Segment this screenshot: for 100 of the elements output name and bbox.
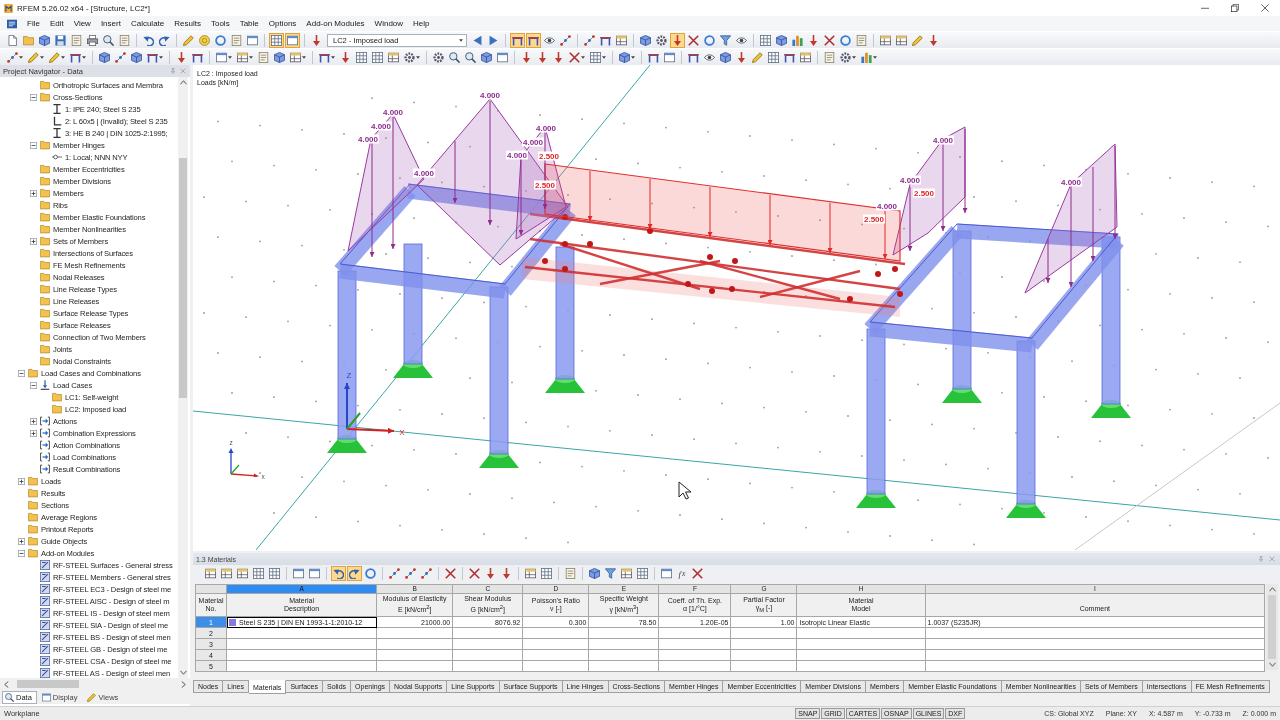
toolbar-button[interactable] bbox=[718, 49, 733, 65]
toolbar-button[interactable] bbox=[447, 49, 462, 65]
toolbar-button[interactable] bbox=[766, 49, 781, 65]
toolbar-button[interactable] bbox=[718, 32, 733, 48]
menu-item[interactable]: Window bbox=[369, 17, 409, 30]
chevron-down-icon[interactable] bbox=[179, 669, 187, 676]
toolbar-button[interactable] bbox=[838, 49, 858, 65]
toolbar-button[interactable] bbox=[203, 566, 218, 581]
toolbar-button[interactable] bbox=[269, 32, 284, 48]
toolbar-button[interactable] bbox=[347, 566, 362, 581]
collapse-toggle-icon[interactable] bbox=[17, 369, 25, 377]
toolbar-button[interactable] bbox=[617, 49, 637, 65]
toolbar-button[interactable] bbox=[291, 566, 306, 581]
toolbar-button[interactable] bbox=[526, 32, 541, 48]
menu-item[interactable]: Tools bbox=[205, 17, 235, 30]
toolbar-button[interactable] bbox=[587, 566, 602, 581]
toolbar-button[interactable] bbox=[838, 32, 853, 48]
toolbar-button[interactable] bbox=[285, 32, 300, 48]
toolbar-button[interactable] bbox=[822, 32, 837, 48]
toolbar-button[interactable] bbox=[758, 32, 773, 48]
toolbar-button[interactable] bbox=[467, 566, 482, 581]
toolbar-button[interactable] bbox=[567, 49, 587, 65]
toolbar-button[interactable] bbox=[101, 32, 116, 48]
collapse-toggle-icon[interactable] bbox=[29, 141, 37, 149]
toolbar-button[interactable] bbox=[510, 32, 525, 48]
toolbar-button[interactable] bbox=[272, 49, 287, 65]
toolbar-button[interactable] bbox=[588, 49, 608, 65]
menu-item[interactable]: Table bbox=[234, 17, 264, 30]
chevron-right-icon[interactable] bbox=[180, 680, 187, 688]
menu-item[interactable]: Add-on Modules bbox=[301, 17, 370, 30]
menu-item[interactable]: Calculate bbox=[125, 17, 170, 30]
toolbar-button[interactable] bbox=[635, 566, 650, 581]
toolbar-button[interactable] bbox=[654, 32, 669, 48]
expand-toggle-icon[interactable] bbox=[17, 537, 25, 545]
toolbar-button[interactable] bbox=[97, 49, 112, 65]
toolbar-button[interactable] bbox=[774, 32, 789, 48]
toolbar-button[interactable] bbox=[331, 566, 346, 581]
toolbar-button[interactable] bbox=[603, 566, 618, 581]
toolbar-button[interactable] bbox=[5, 32, 20, 48]
scrollbar[interactable] bbox=[0, 678, 190, 690]
chevron-down-icon[interactable] bbox=[1268, 661, 1276, 668]
toolbar-button[interactable] bbox=[619, 566, 634, 581]
toolbar-button[interactable] bbox=[219, 566, 234, 581]
toolbar-button[interactable] bbox=[582, 32, 597, 48]
toolbar-button[interactable] bbox=[690, 566, 705, 581]
scrollbar[interactable] bbox=[178, 77, 188, 678]
toolbar-button[interactable] bbox=[670, 32, 685, 48]
toolbar-button[interactable] bbox=[5, 49, 25, 65]
toolbar-button[interactable] bbox=[213, 32, 228, 48]
toolbar-button[interactable] bbox=[431, 49, 446, 65]
toolbar-button[interactable] bbox=[354, 49, 369, 65]
chevron-up-icon[interactable] bbox=[179, 79, 187, 86]
expand-toggle-icon[interactable] bbox=[29, 417, 37, 425]
menu-item[interactable]: File bbox=[22, 17, 45, 30]
collapse-toggle-icon[interactable] bbox=[17, 549, 25, 557]
menu-item[interactable]: View bbox=[68, 17, 96, 30]
toolbar-button[interactable] bbox=[686, 32, 701, 48]
toolbar-button[interactable] bbox=[47, 49, 67, 65]
expand-toggle-icon[interactable] bbox=[17, 477, 25, 485]
scrollbar[interactable] bbox=[1266, 584, 1278, 670]
toolbar-button[interactable] bbox=[26, 49, 46, 65]
collapse-toggle-icon[interactable] bbox=[29, 93, 37, 101]
toolbar-button[interactable] bbox=[523, 566, 538, 581]
toolbar-button[interactable] bbox=[53, 32, 68, 48]
toolbar-button[interactable] bbox=[85, 32, 100, 48]
menu-item[interactable]: Edit bbox=[44, 17, 69, 30]
toolbar-button[interactable] bbox=[370, 49, 385, 65]
menu-item[interactable]: Options bbox=[263, 17, 302, 30]
expand-toggle-icon[interactable] bbox=[29, 237, 37, 245]
toolbar-button[interactable] bbox=[419, 566, 434, 581]
toolbar-button[interactable] bbox=[129, 49, 144, 65]
toolbar-button[interactable] bbox=[539, 566, 554, 581]
toolbar-button[interactable] bbox=[659, 566, 674, 581]
toolbar-button[interactable] bbox=[307, 566, 322, 581]
menu-item[interactable]: Insert bbox=[95, 17, 126, 30]
toolbar-button[interactable] bbox=[363, 566, 378, 581]
toolbar-button[interactable] bbox=[235, 566, 250, 581]
expand-toggle-icon[interactable] bbox=[29, 189, 37, 197]
toolbar-button[interactable] bbox=[251, 566, 266, 581]
toolbar-button[interactable] bbox=[638, 32, 653, 48]
toolbar-button[interactable] bbox=[443, 566, 458, 581]
toolbar-button[interactable] bbox=[479, 49, 494, 65]
menu-item[interactable]: Help bbox=[408, 17, 435, 30]
collapse-toggle-icon[interactable] bbox=[29, 381, 37, 389]
toolbar-button[interactable] bbox=[463, 49, 478, 65]
expand-toggle-icon[interactable] bbox=[29, 429, 37, 437]
toolbar-button[interactable] bbox=[387, 566, 402, 581]
toolbar-button[interactable] bbox=[750, 49, 765, 65]
toolbar-button[interactable] bbox=[910, 32, 925, 48]
chevron-up-icon[interactable] bbox=[1268, 586, 1276, 593]
menu-item[interactable]: Results bbox=[169, 17, 206, 30]
toolbar-button[interactable] bbox=[402, 49, 422, 65]
toolbar-button[interactable] bbox=[558, 32, 573, 48]
toolbar-button[interactable] bbox=[113, 49, 128, 65]
toolbar-button[interactable] bbox=[702, 32, 717, 48]
window-menu-icon[interactable] bbox=[7, 18, 17, 29]
toolbar-button[interactable] bbox=[403, 566, 418, 581]
toolbar-button[interactable] bbox=[267, 566, 282, 581]
chevron-left-icon[interactable] bbox=[3, 680, 10, 688]
toolbar-button[interactable] bbox=[37, 32, 52, 48]
